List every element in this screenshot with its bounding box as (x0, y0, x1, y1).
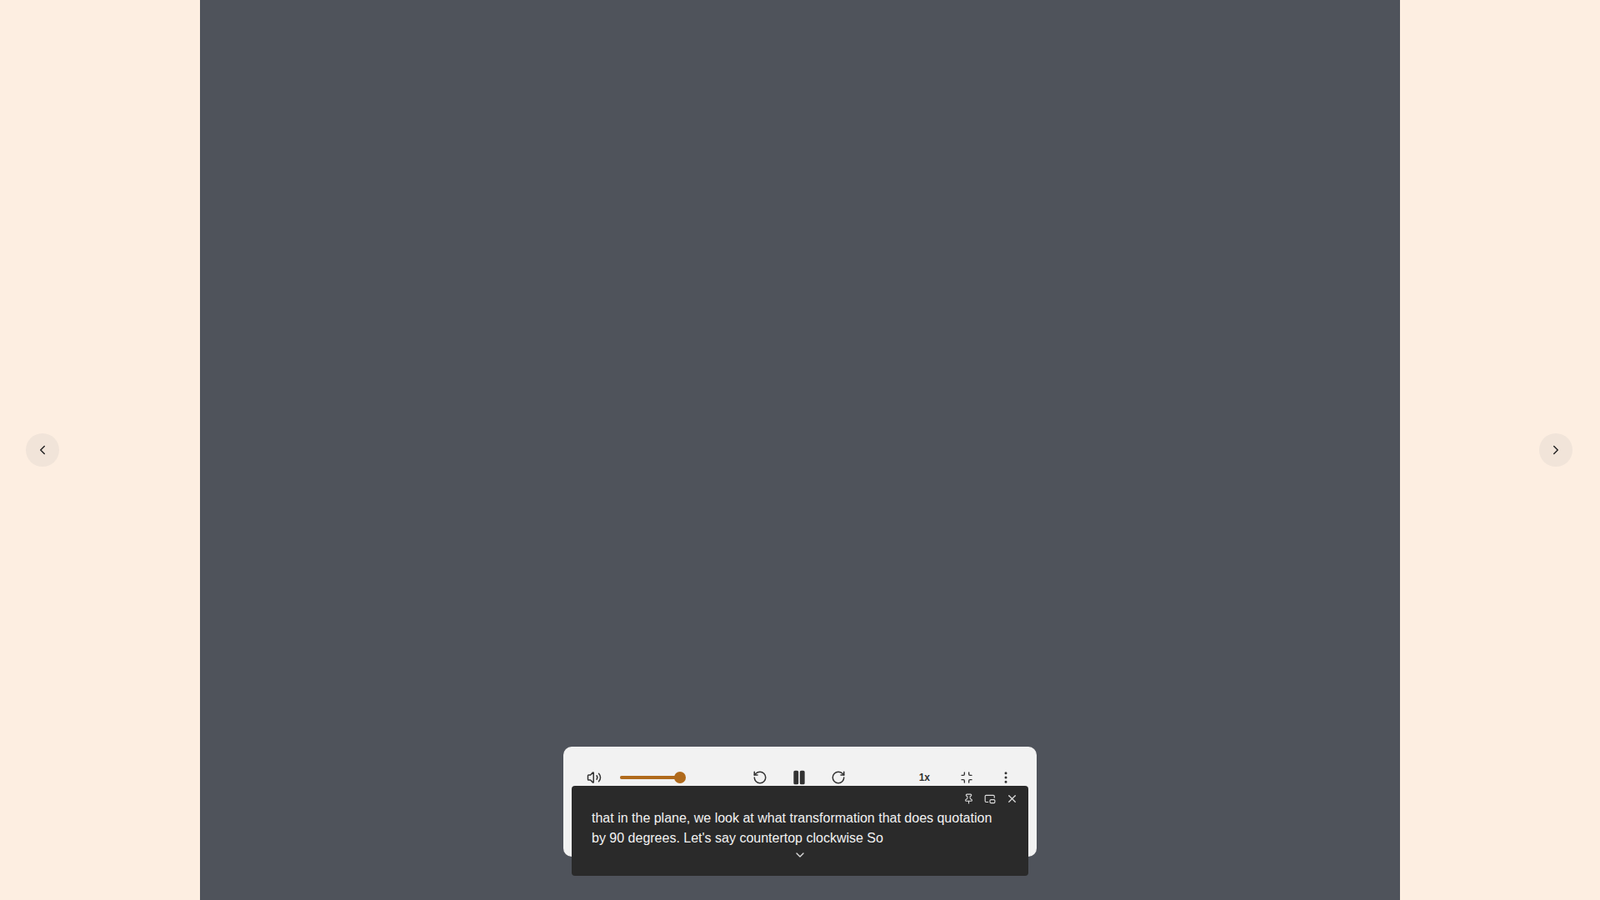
chevron-down-icon (793, 848, 807, 862)
pin-icon[interactable] (963, 793, 975, 805)
speed-button[interactable]: 1x (919, 770, 930, 785)
volume-fill (620, 775, 680, 780)
captions-expand[interactable] (571, 848, 1029, 864)
left-nav-zone (0, 0, 200, 900)
previous-button[interactable] (25, 433, 60, 467)
right-nav-zone (1400, 0, 1600, 900)
picture-in-picture-icon[interactable] (984, 793, 996, 805)
forward-icon[interactable] (830, 770, 846, 785)
volume-slider[interactable] (620, 775, 680, 780)
caption-text: that in the plane, we look at what trans… (571, 805, 1029, 849)
captions-panel: that in the plane, we look at what trans… (571, 785, 1029, 876)
captions-toolbar (571, 785, 1029, 805)
more-icon[interactable] (998, 770, 1014, 785)
video-player[interactable]: 1x that in the plane, we look at what tra… (200, 0, 1400, 900)
exit-fullscreen-icon[interactable] (960, 770, 974, 785)
page: 1x that in the plane, we look at what tra… (0, 0, 1600, 900)
close-icon[interactable] (1005, 792, 1019, 805)
volume-icon[interactable] (586, 770, 602, 785)
chevron-left-icon (35, 442, 50, 458)
volume-thumb[interactable] (674, 771, 686, 784)
chevron-right-icon (1548, 442, 1564, 458)
rewind-icon[interactable] (752, 770, 768, 785)
pause-icon[interactable] (790, 769, 808, 786)
next-button[interactable] (1539, 433, 1573, 467)
